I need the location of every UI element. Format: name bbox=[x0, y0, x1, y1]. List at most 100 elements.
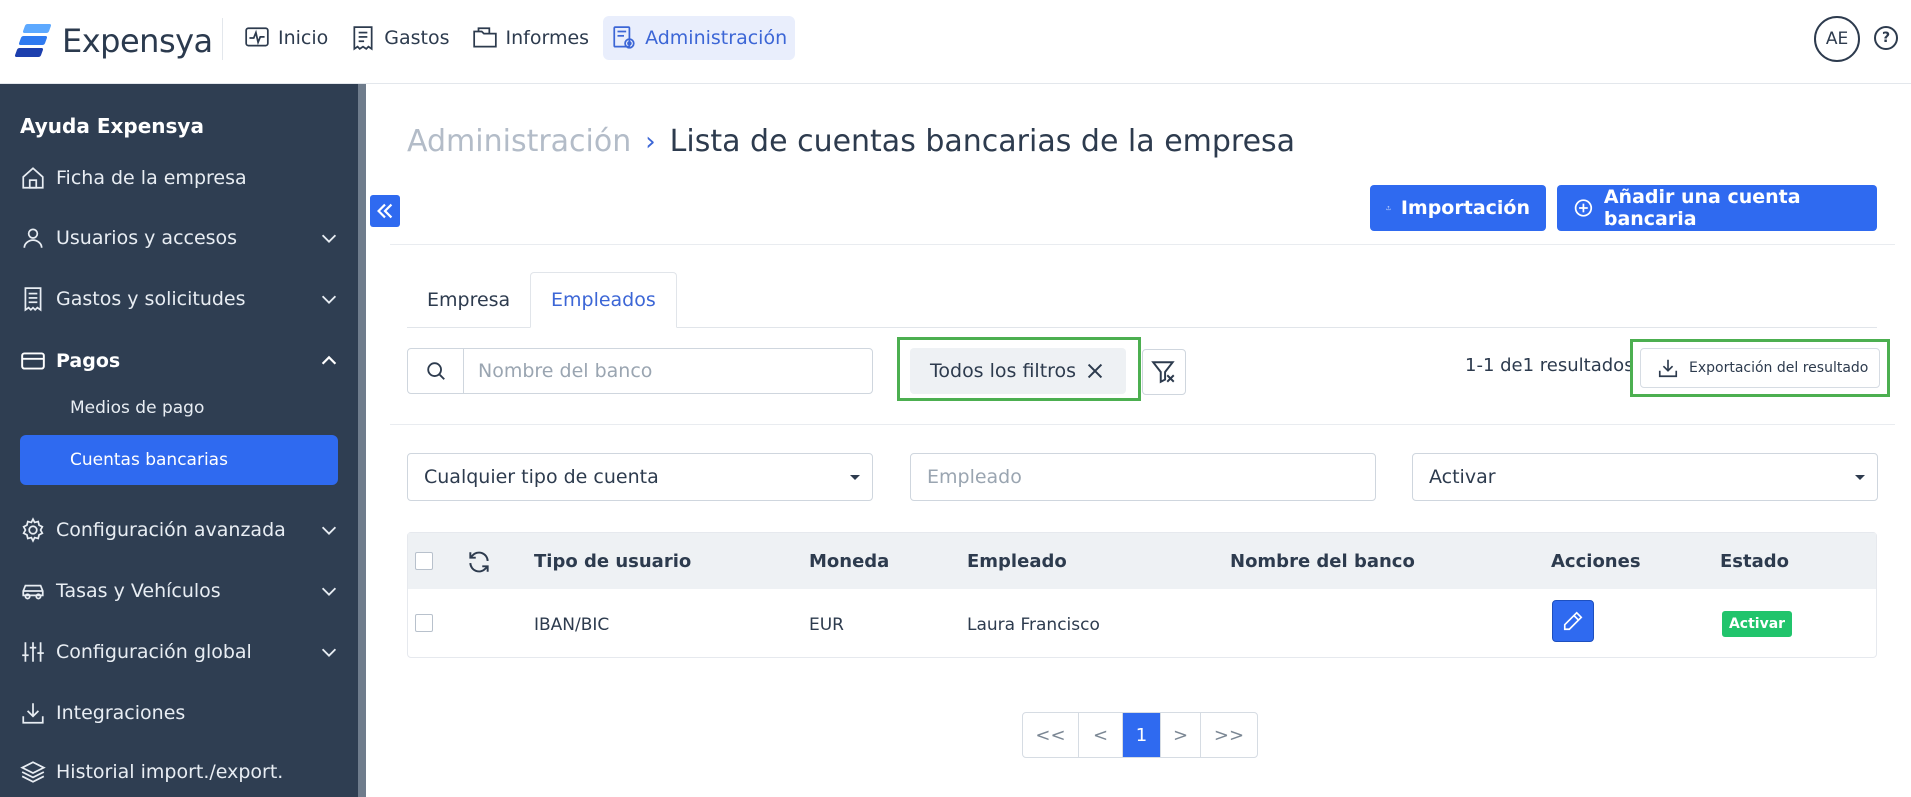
receipt-icon bbox=[24, 287, 42, 312]
import-button[interactable]: Importación bbox=[1370, 185, 1546, 231]
select-all-checkbox[interactable] bbox=[415, 552, 433, 570]
close-icon[interactable] bbox=[1084, 360, 1106, 382]
top-bar: Expensya Inicio Gastos Informes Administ… bbox=[0, 0, 1911, 84]
search-input[interactable] bbox=[464, 349, 872, 393]
cell-moneda: EUR bbox=[809, 615, 844, 635]
upload-icon bbox=[1386, 205, 1391, 211]
table-header: Tipo de usuario Moneda Empleado Nombre d… bbox=[408, 533, 1876, 589]
sidebar-item-historial[interactable]: Historial import./export. bbox=[20, 750, 340, 794]
page-current[interactable]: 1 bbox=[1123, 713, 1161, 757]
breadcrumb-separator: › bbox=[645, 126, 656, 157]
filter-clear-icon bbox=[1151, 361, 1175, 384]
collapse-sidebar-button[interactable] bbox=[370, 195, 400, 227]
credit-card-icon bbox=[21, 352, 45, 370]
page-next[interactable]: > bbox=[1161, 713, 1201, 757]
user-icon bbox=[23, 228, 43, 248]
export-result-button[interactable]: Exportación del resultado bbox=[1640, 348, 1880, 388]
page-prev[interactable]: < bbox=[1079, 713, 1123, 757]
receipt-icon bbox=[353, 26, 373, 51]
search-icon[interactable] bbox=[408, 349, 464, 393]
edit-button[interactable] bbox=[1552, 600, 1594, 642]
top-divider bbox=[222, 18, 223, 60]
employee-input-wrapper bbox=[910, 453, 1376, 501]
sidebar-item-label: Configuración global bbox=[56, 641, 252, 663]
sidebar-item-configuracion-global[interactable]: Configuración global bbox=[20, 630, 340, 674]
sidebar: Ayuda Expensya Ficha de la empresa Usuar… bbox=[0, 84, 366, 797]
breadcrumb: Administración › Lista de cuentas bancar… bbox=[407, 124, 1295, 159]
row-checkbox[interactable] bbox=[415, 614, 433, 632]
pencil-icon bbox=[1563, 611, 1583, 631]
sidebar-item-ficha[interactable]: Ficha de la empresa bbox=[20, 156, 340, 200]
all-filters-chip[interactable]: Todos los filtros bbox=[910, 348, 1126, 394]
sidebar-item-gastos[interactable]: Gastos y solicitudes bbox=[20, 277, 340, 321]
button-label: Importación bbox=[1400, 197, 1530, 219]
caret-down-icon bbox=[1855, 475, 1865, 480]
account-type-select[interactable]: Cualquier tipo de cuenta bbox=[407, 453, 873, 501]
page-last[interactable]: >> bbox=[1201, 713, 1257, 757]
page-first[interactable]: << bbox=[1023, 713, 1079, 757]
main-nav: Inicio Gastos Informes Administración bbox=[236, 16, 796, 60]
employee-input[interactable] bbox=[911, 454, 1375, 500]
sidebar-subitem-medios[interactable]: Medios de pago bbox=[70, 398, 204, 418]
logo[interactable]: Expensya bbox=[14, 22, 213, 60]
bank-accounts-table: Tipo de usuario Moneda Empleado Nombre d… bbox=[407, 532, 1877, 658]
sidebar-subitem-cuentas[interactable]: Cuentas bancarias bbox=[20, 435, 338, 485]
sidebar-title: Ayuda Expensya bbox=[20, 114, 204, 138]
download-icon bbox=[22, 703, 44, 724]
user-avatar[interactable]: AE bbox=[1814, 16, 1860, 62]
tab-empleados[interactable]: Empleados bbox=[530, 272, 677, 328]
add-bank-account-button[interactable]: Añadir una cuenta bancaria bbox=[1557, 185, 1877, 231]
chevron-down-icon bbox=[321, 587, 337, 596]
breadcrumb-parent[interactable]: Administración bbox=[407, 124, 631, 159]
expensya-logo-icon bbox=[14, 22, 52, 60]
nav-gastos[interactable]: Gastos bbox=[342, 16, 457, 60]
nav-informes[interactable]: Informes bbox=[464, 16, 598, 60]
home-icon bbox=[22, 167, 44, 189]
car-icon bbox=[22, 584, 44, 600]
column-header: Acciones bbox=[1551, 551, 1641, 572]
sidebar-item-label: Tasas y Vehículos bbox=[56, 580, 221, 602]
divider bbox=[390, 424, 1895, 425]
select-value: Activar bbox=[1429, 466, 1496, 488]
nav-inicio[interactable]: Inicio bbox=[236, 16, 336, 60]
cell-tipo: IBAN/BIC bbox=[534, 615, 610, 635]
clear-filter-button[interactable] bbox=[1142, 349, 1186, 395]
chevron-down-icon bbox=[321, 526, 337, 535]
download-icon bbox=[1658, 359, 1678, 378]
nav-label: Informes bbox=[505, 27, 590, 49]
admin-settings-icon bbox=[613, 26, 635, 49]
sidebar-item-label: Usuarios y accesos bbox=[56, 227, 238, 249]
column-header[interactable]: Nombre del banco bbox=[1230, 551, 1415, 572]
cell-empleado: Laura Francisco bbox=[967, 615, 1100, 635]
select-value: Cualquier tipo de cuenta bbox=[424, 466, 659, 488]
status-badge: Activar bbox=[1722, 611, 1792, 637]
sidebar-item-configuracion-avanzada[interactable]: Configuración avanzada bbox=[20, 508, 340, 552]
nav-administracion[interactable]: Administración bbox=[603, 16, 796, 60]
status-select[interactable]: Activar bbox=[1412, 453, 1878, 501]
chevron-down-icon bbox=[321, 648, 337, 657]
sidebar-item-integraciones[interactable]: Integraciones bbox=[20, 691, 340, 735]
sidebar-item-label: Ficha de la empresa bbox=[56, 167, 247, 189]
nav-label: Administración bbox=[645, 27, 788, 49]
divider bbox=[390, 244, 1895, 245]
sidebar-item-tasas[interactable]: Tasas y Vehículos bbox=[20, 569, 340, 613]
help-icon[interactable]: ? bbox=[1874, 26, 1898, 50]
gear-icon bbox=[22, 517, 44, 543]
column-header[interactable]: Moneda bbox=[809, 551, 889, 572]
tab-empresa[interactable]: Empresa bbox=[407, 272, 530, 328]
caret-down-icon bbox=[850, 475, 860, 480]
sidebar-item-label: Configuración avanzada bbox=[56, 519, 286, 541]
column-header[interactable]: Empleado bbox=[967, 551, 1067, 572]
column-header[interactable]: Estado bbox=[1720, 551, 1789, 572]
layers-icon bbox=[20, 761, 46, 783]
chip-label: Todos los filtros bbox=[930, 360, 1077, 382]
sidebar-item-usuarios[interactable]: Usuarios y accesos bbox=[20, 216, 340, 260]
pagination: << < 1 > >> bbox=[1022, 712, 1258, 758]
double-chevron-left-icon bbox=[377, 203, 393, 219]
sidebar-item-pagos[interactable]: Pagos bbox=[20, 339, 340, 383]
sidebar-scrollbar[interactable] bbox=[358, 84, 366, 797]
result-count: 1-1 de1 resultados bbox=[1465, 355, 1634, 376]
plus-circle-icon bbox=[1574, 199, 1593, 217]
refresh-icon[interactable] bbox=[466, 549, 492, 575]
column-header[interactable]: Tipo de usuario bbox=[534, 551, 691, 572]
